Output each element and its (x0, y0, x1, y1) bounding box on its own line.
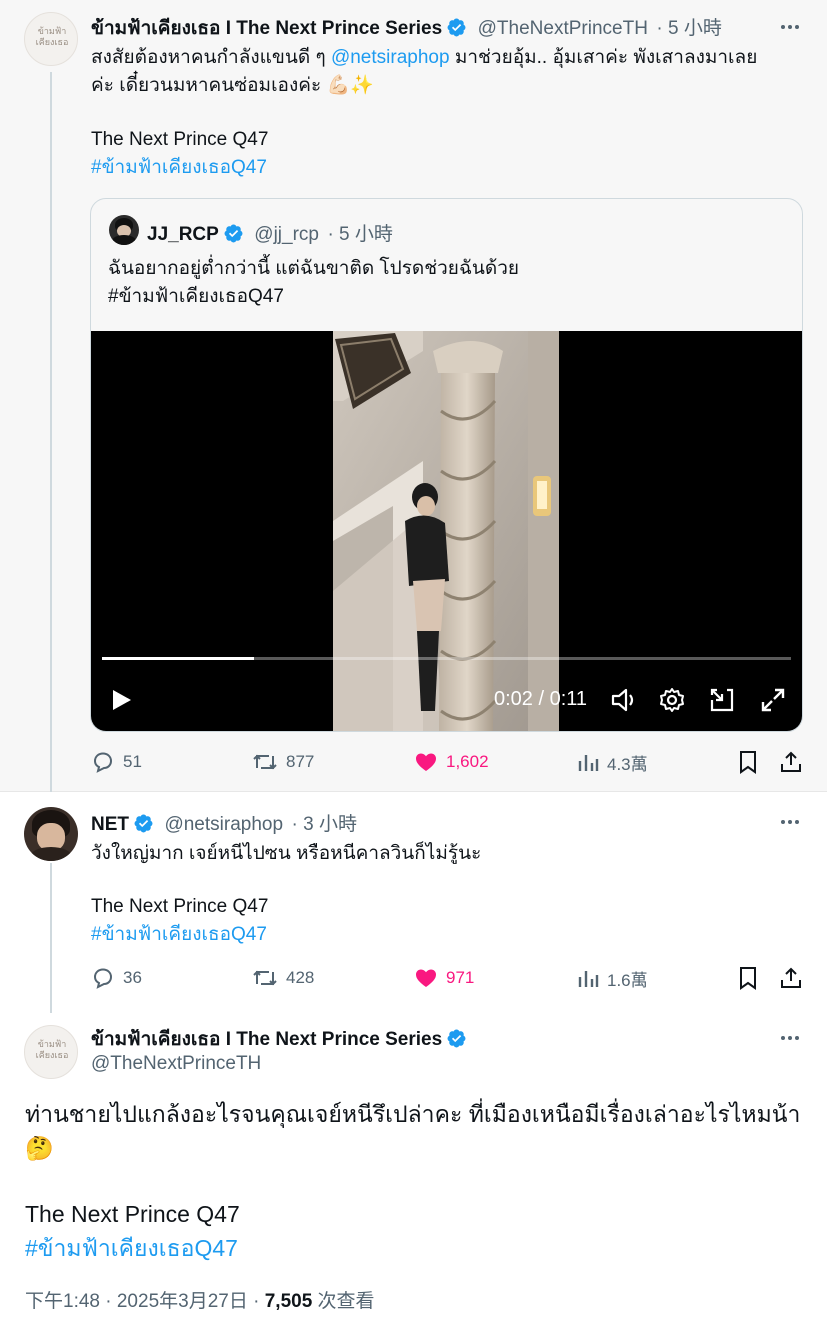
fullscreen-icon[interactable] (760, 687, 786, 713)
avatar[interactable] (24, 807, 78, 861)
tweet-time[interactable]: · 3 小時 (292, 814, 357, 835)
views-total: 7,505 (264, 1291, 313, 1312)
retweet-button[interactable]: 428 (252, 966, 314, 990)
volume-icon[interactable] (610, 687, 638, 713)
video-player[interactable]: 0:02 / 0:11 (91, 331, 802, 731)
pip-icon[interactable] (709, 687, 735, 713)
reply-count: 51 (123, 752, 142, 771)
handle[interactable]: @TheNextPrinceTH (478, 18, 648, 39)
emoji: 💪🏻✨ (326, 75, 374, 96)
reply-icon (93, 752, 113, 773)
tweet-text-line: The Next Prince Q47 (25, 1201, 240, 1227)
tweet-reply[interactable]: NET @netsiraphop · 3 小時 วังใหญ่มาก เจย์ห… (0, 793, 827, 1013)
avatar[interactable]: ข้ามฟ้า เคียงเธอ (24, 1025, 78, 1079)
quote-display-name[interactable]: JJ_RCP (147, 224, 219, 245)
video-progress-track[interactable] (102, 657, 791, 660)
video-frame (333, 331, 559, 731)
handle[interactable]: @netsiraphop (164, 814, 283, 835)
reply-icon (93, 968, 113, 989)
hashtag-link[interactable]: #ข้ามฟ้าเคียงเธอQ47 (91, 154, 801, 182)
quote-handle[interactable]: @jj_rcp (254, 224, 319, 245)
tweet-text-line: ท่านชายไปแกล้งอะไรจนคุณเจย์หนีรึเปล่าคะ … (25, 1101, 801, 1127)
views-icon (578, 754, 599, 771)
avatar-logo: ข้ามฟ้า เคียงเธอ (35, 27, 69, 48)
more-options-icon[interactable] (779, 1027, 801, 1049)
tweet-header: ข้ามฟ้าเคียงเธอ I The Next Prince Series (91, 1024, 467, 1054)
views-button[interactable]: 4.3萬 (577, 750, 648, 775)
thread-connector (50, 72, 52, 792)
retweet-icon (253, 754, 277, 770)
tweet-text-line: มาช่วยอุ้ม.. อุ้มเสาค่ะ พังเสาลงมาเลย (454, 47, 758, 68)
more-options-icon[interactable] (779, 16, 801, 38)
quote-text: ฉันอยากอยู่ต่ำกว่านี้ แต่ฉันขาติด โปรดช่… (108, 255, 788, 311)
reply-button[interactable]: 51 (91, 750, 142, 774)
share-icon[interactable] (779, 750, 803, 774)
tweet-text-line: ค่ะ เดี๋ยวนมหาคนซ่อมเองค่ะ (91, 75, 322, 96)
tweet-time[interactable]: · 5 小時 (656, 18, 721, 39)
avatar-logo: ข้ามฟ้า เคียงเธอ (35, 1040, 69, 1061)
like-button[interactable]: 971 (414, 966, 474, 990)
tweet-header: NET @netsiraphop · 3 小時 (91, 809, 357, 836)
views-label: 次查看 (312, 1291, 375, 1312)
display-name[interactable]: ข้ามฟ้าเคียงเธอ I The Next Prince Series (91, 1029, 442, 1050)
hashtag-link[interactable]: #ข้ามฟ้าเคียงเธอQ47 (25, 1231, 810, 1265)
timestamp[interactable]: 下午1:48 · 2025年3月27日 · (25, 1291, 265, 1312)
verified-badge-icon (447, 18, 466, 37)
quote-hashtag[interactable]: #ข้ามฟ้าเคียงเธอQ47 (108, 283, 788, 311)
video-time: 0:02 / 0:11 (494, 688, 588, 710)
more-options-icon[interactable] (779, 811, 801, 833)
thread-connector (50, 863, 52, 1013)
share-icon[interactable] (779, 966, 803, 990)
reply-button[interactable]: 36 (91, 966, 142, 990)
tweet-focused: ข้ามฟ้า เคียงเธอ ข้ามฟ้าเคียงเธอ I The N… (0, 1013, 827, 1324)
bookmark-icon[interactable] (737, 966, 759, 990)
display-name[interactable]: NET (91, 814, 129, 835)
like-icon (416, 753, 436, 771)
reply-count: 36 (123, 968, 142, 987)
display-name[interactable]: ข้ามฟ้าเคียงเธอ I The Next Prince Series (91, 18, 442, 39)
verified-badge-icon (134, 814, 153, 833)
tweet-text: วังใหญ่มาก เจย์หนีไปซน หรือหนีคาลวินก็ไม… (91, 840, 801, 949)
views-button[interactable]: 1.6萬 (577, 966, 648, 991)
like-count: 971 (446, 968, 475, 987)
play-icon[interactable] (111, 688, 133, 712)
handle[interactable]: @TheNextPrinceTH (91, 1053, 261, 1075)
like-icon (416, 969, 436, 987)
verified-badge-icon (224, 224, 243, 243)
settings-icon[interactable] (659, 687, 685, 713)
tweet-header: ข้ามฟ้าเคียงเธอ I The Next Prince Series… (91, 13, 722, 43)
bookmark-icon[interactable] (737, 750, 759, 774)
hashtag-link[interactable]: #ข้ามฟ้าเคียงเธอQ47 (91, 921, 801, 949)
retweet-icon (253, 970, 277, 986)
like-button[interactable]: 1,602 (414, 750, 489, 774)
tweet-text-line: The Next Prince Q47 (91, 129, 269, 150)
quote-text-line: ฉันอยากอยู่ต่ำกว่านี้ แต่ฉันขาติด โปรดช่… (108, 258, 520, 279)
tweet-text: ท่านชายไปแกล้งอะไรจนคุณเจย์หนีรึเปล่าคะ … (25, 1097, 810, 1265)
video-progress-fill (102, 657, 254, 660)
verified-badge-icon (447, 1029, 466, 1048)
views-count: 4.3萬 (607, 755, 648, 774)
tweet-text: สงสัยต้องหาคนกำลังแขนดี ๆ @netsiraphop ม… (91, 44, 801, 182)
quoted-tweet[interactable]: JJ_RCP @jj_rcp · 5 小時 ฉันอยากอยู่ต่ำกว่า… (90, 198, 803, 732)
avatar[interactable]: ข้ามฟ้า เคียงเธอ (24, 12, 78, 66)
retweet-count: 877 (286, 752, 315, 771)
retweet-button[interactable]: 877 (252, 750, 314, 774)
tweet-text-line: วังใหญ่มาก เจย์หนีไปซน หรือหนีคาลวินก็ไม… (91, 843, 482, 864)
tweet-text-line: สงสัยต้องหาคนกำลังแขนดี ๆ (91, 47, 326, 68)
mention-link[interactable]: @netsiraphop (331, 47, 450, 68)
retweet-count: 428 (286, 968, 315, 987)
views-icon (578, 970, 599, 987)
views-count: 1.6萬 (607, 971, 648, 990)
tweet-text-line: The Next Prince Q47 (91, 896, 269, 917)
emoji: 🤔 (25, 1135, 54, 1161)
tweet-meta: 下午1:48 · 2025年3月27日 · 7,505 次查看 (25, 1286, 375, 1313)
like-count: 1,602 (446, 752, 489, 771)
tweet-main[interactable]: ข้ามฟ้า เคียงเธอ ข้ามฟ้าเคียงเธอ I The N… (0, 0, 827, 792)
quote-header: JJ_RCP @jj_rcp · 5 小時 (147, 219, 393, 246)
quote-avatar[interactable] (109, 215, 139, 245)
quote-time[interactable]: · 5 小時 (327, 224, 392, 245)
